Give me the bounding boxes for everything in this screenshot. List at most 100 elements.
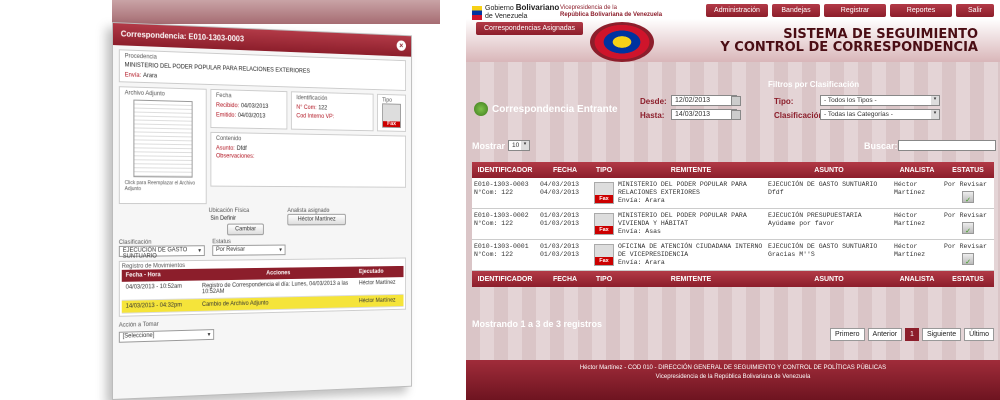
mov-accion: Cambio de Archivo Adjunto (201, 300, 269, 308)
cell-envia: Envía: Asas (618, 228, 661, 235)
foot-col-identificador: IDENTIFICADOR (477, 275, 533, 283)
col-asunto[interactable]: ASUNTO (766, 167, 892, 174)
cell-asunto2: Dfdf (768, 189, 784, 196)
attachment-thumbnail[interactable] (133, 99, 193, 178)
calendar-icon[interactable] (731, 110, 741, 120)
cell-asunto1: EJECUCIÓN PRESUPUESTARIA (768, 212, 862, 219)
cell-id: E010-1303-0003 (474, 181, 529, 188)
footer-line1: Héctor Martínez - COD 010 - DIRECCIÓN GE… (579, 365, 887, 371)
cell-analista: Héctor Martínez (894, 212, 926, 227)
mostrar-select[interactable]: 10 ▾ (508, 140, 530, 151)
contenido-label: Contenido (215, 135, 242, 143)
col-analista[interactable]: ANALISTA (892, 167, 942, 174)
envia-value: Arara (143, 73, 158, 80)
fax-icon: Fax (382, 103, 401, 129)
nav-registrar[interactable]: Registrar (824, 4, 886, 17)
emitido-label: Emitido: (215, 112, 237, 119)
cell-ncom: N°Com: 122 (474, 189, 514, 196)
mov-ejecutado: Héctor Martínez (358, 297, 396, 305)
col-tipo[interactable]: TIPO (592, 167, 616, 174)
foot-col-fecha: FECHA (552, 275, 578, 283)
nav-reportes[interactable]: Reportes (890, 4, 952, 17)
check-icon[interactable] (962, 253, 974, 265)
calendar-icon[interactable] (731, 96, 741, 106)
gobierno-text: Gobierno Bolivariano de Venezuela (485, 4, 559, 21)
foot-col-tipo: TIPO (595, 275, 613, 283)
pager-next[interactable]: Siguiente (921, 328, 962, 341)
hasta-label: Hasta: (640, 111, 665, 120)
ncom-label: N° Com: (296, 104, 317, 112)
check-icon[interactable] (962, 222, 974, 234)
cell-id: E010-1303-0002 (474, 212, 529, 219)
tipo-filter-value: - Todos los Tipos - (824, 97, 877, 104)
nav-administracion[interactable]: Administración (706, 4, 768, 17)
cell-id: E010-1303-0001 (474, 243, 529, 250)
accion-select-value: [Seleccione] (122, 332, 155, 340)
close-icon[interactable]: × (396, 40, 407, 51)
col-remitente[interactable]: REMITENTE (616, 167, 766, 174)
cambiar-button[interactable]: Cambiar (227, 223, 264, 236)
fax-icon: Fax (594, 182, 614, 204)
tipo-filter-select[interactable]: - Todos los Tipos - ▾ (820, 95, 940, 106)
footer-line2: Vicepresidencia de la República Bolivari… (655, 374, 811, 380)
pager-first[interactable]: Primero (830, 328, 865, 341)
accion-select[interactable]: [Seleccione] ▾ (118, 329, 215, 343)
registro-box: Registro de Movimientos Fecha - Hora Acc… (118, 257, 407, 317)
analista-button[interactable]: Héctor Martínez (287, 213, 346, 226)
chevron-down-icon: ▾ (279, 247, 282, 254)
vp-line1: Vicepresidencia de la (560, 5, 617, 11)
cell-asunto2: Gracias M''S (768, 251, 815, 258)
check-icon[interactable] (962, 191, 974, 203)
correspondence-table: IDENTIFICADOR FECHA TIPO REMITENTE ASUNT… (472, 162, 994, 287)
cell-asunto1: EJECUCIÓN DE GASTO SUNTUARIO (768, 243, 878, 250)
vp-line2: República Bolivariana de Venezuela (560, 12, 663, 18)
top-nav: Administración Bandejas Registrar Report… (706, 4, 994, 17)
pager-page-1[interactable]: 1 (905, 328, 919, 341)
cell-fecha1: 01/03/2013 (540, 212, 580, 219)
fecha-label: Fecha (215, 92, 232, 100)
ubicacion-group: Ubicación Física Sin Definir Cambiar (209, 208, 282, 236)
ubicacion-row: Ubicación Física Sin Definir Cambiar Ana… (209, 208, 406, 236)
desde-input[interactable]: 12/02/2013 (671, 95, 737, 106)
cell-asunto1: EJECUCIÓN DE GASTO SUNTUARIO (768, 181, 878, 188)
nav-salir[interactable]: Salir (956, 4, 994, 17)
hasta-input[interactable]: 14/03/2013 (671, 109, 737, 120)
cell-remitente: OFICINA DE ATENCIÓN CIUDADANA INTERNO DE… (618, 243, 763, 258)
pager-prev[interactable]: Anterior (867, 328, 903, 341)
accion-group: Acción a Tomar [Seleccione] ▾ (118, 315, 406, 343)
pager-last[interactable]: Último (964, 328, 994, 341)
col-identificador[interactable]: IDENTIFICADOR (472, 167, 538, 174)
vicepresidencia-text: Vicepresidencia de la República Bolivari… (560, 5, 662, 19)
cell-fecha1: 04/03/2013 (540, 181, 580, 188)
clasificacion-group: Clasificación EJECUCIÓN DE GASTO SUNTUAR… (118, 239, 205, 260)
buscar-input[interactable] (898, 140, 996, 151)
table-row[interactable]: E010-1303-0003 N°Com: 122 04/03/2013 04/03… (472, 178, 994, 209)
chevron-down-icon: ▾ (521, 141, 529, 150)
clasificacion-select[interactable]: EJECUCIÓN DE GASTO SUNTUARIO ▾ (118, 245, 205, 260)
fax-icon: Fax (594, 244, 614, 266)
col-fecha[interactable]: FECHA (538, 167, 592, 174)
table-header: IDENTIFICADOR FECHA TIPO REMITENTE ASUNT… (472, 162, 994, 178)
filtros-title: Filtros por Clasificación (768, 80, 860, 89)
col-estatus[interactable]: ESTATUS (942, 167, 994, 174)
clasificacion-filter-select[interactable]: - Todas las Categorías - ▾ (820, 109, 940, 120)
clasificacion-filter-label: Clasificación: (774, 111, 827, 120)
table-row[interactable]: E010-1303-0001 N°Com: 122 01/03/2013 01/03… (472, 240, 994, 271)
desde-label: Desde: (640, 97, 667, 106)
estatus-select[interactable]: Por Revisar ▾ (212, 244, 286, 256)
nav-bandejas[interactable]: Bandejas (772, 4, 820, 17)
mostrar-value: 10 (512, 142, 520, 149)
recibido-label: Recibido: (215, 102, 240, 110)
system-title: SISTEMA DE SEGUIMIENTO Y CONTROL DE CORR… (720, 28, 978, 54)
fecha-box: Fecha Recibido: 04/03/2013 Emitido: 04/0… (210, 88, 288, 130)
app-footer: Héctor Martínez - COD 010 - DIRECCIÓN GE… (466, 360, 1000, 400)
chevron-down-icon: ▾ (931, 110, 939, 119)
foot-col-asunto: ASUNTO (814, 275, 844, 283)
tab-correspondencias-asignadas[interactable]: Correspondencias Asignadas (476, 22, 584, 35)
table-row[interactable]: E010-1303-0002 N°Com: 122 01/03/2013 01/03… (472, 209, 994, 240)
cell-fecha2: 04/03/2013 (540, 189, 580, 196)
app-header: Gobierno Bolivariano de Venezuela Vicepr… (466, 0, 1000, 62)
pagination: Primero Anterior 1 Siguiente Último (830, 328, 994, 341)
correspondence-detail-panel: Correspondencia: E010-1303-0003 × Proced… (112, 22, 412, 400)
section-title: Correspondencia Entrante (492, 103, 618, 115)
